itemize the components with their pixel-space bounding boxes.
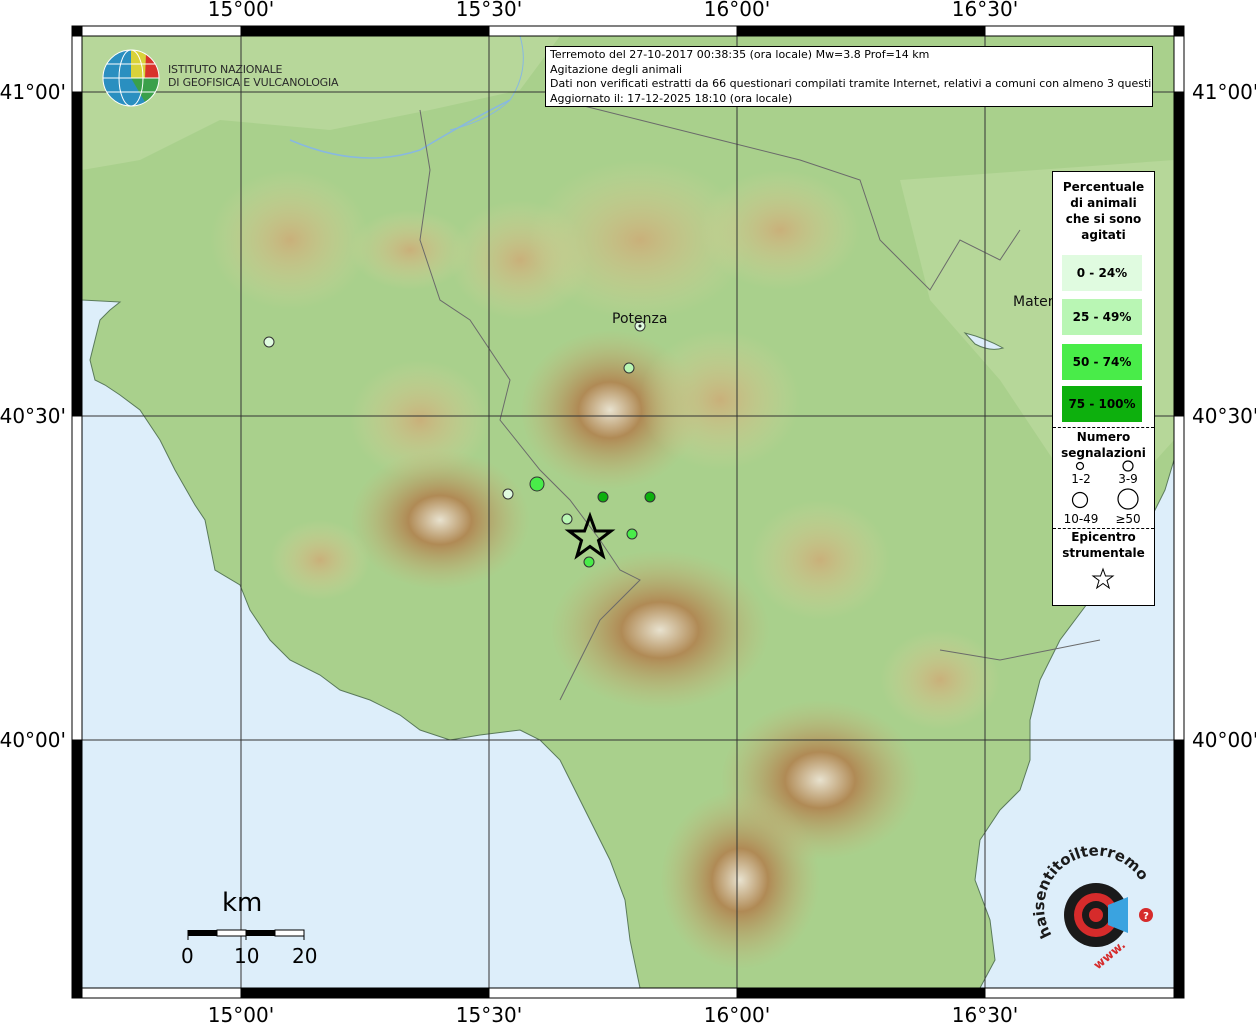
size-symbol-10-49 [1071,491,1089,509]
scale-label-10: 10 [234,944,260,968]
top-tick-label: 16°00' [704,0,770,21]
legend-class-3: 75 - 100% [1062,386,1142,422]
relief [210,170,370,310]
event-updated: Aggiornato il: 17-12-2025 18:10 (ora loc… [550,91,793,105]
marker-west[interactable] [502,488,514,500]
legend-title-line-4: agitati [1081,228,1126,242]
relief [640,330,800,470]
legend-class-2: 50 - 74% [1062,344,1142,380]
scale-unit: km [222,888,263,918]
relief [350,450,530,590]
size-label-50-plus: ≥50 [1115,512,1141,526]
legend-size-symbols [1071,460,1139,510]
bottom-tick-label: 15°00' [208,1003,274,1024]
marker-center-east[interactable] [626,528,638,540]
right-tick-label: 40°30' [1192,404,1256,428]
marker-east[interactable] [644,491,656,503]
right-tick-label: 41°00' [1192,80,1256,104]
top-tick-label: 16°30' [952,0,1018,21]
size-label-1-2: 1-2 [1071,472,1091,486]
top-tick-label: 15°30' [456,0,522,21]
marker-north-potenza[interactable] [623,362,635,374]
relief [750,500,890,620]
legend-star-icon [1091,567,1115,590]
size-symbol-3-9 [1122,460,1134,472]
marker-center[interactable] [597,491,609,503]
legend: Percentuale di animali che si sono agita… [1052,171,1155,606]
scale-label-0: 0 [181,944,194,968]
size-symbol-50-plus [1117,488,1139,510]
legend-epicenter-line-1: Epicentro [1071,530,1136,544]
legend-title-line-2: di animali [1070,196,1137,210]
event-info-box: Terremoto del 27-10-2017 00:38:35 (ora l… [545,46,1153,107]
event-subtitle: Agitazione degli animali [550,62,683,76]
relief [270,520,370,600]
legend-title-line-1: Percentuale [1062,180,1145,194]
ingv-globe-icon [102,49,160,107]
event-data-note: Dati non verificati estratti da 66 quest… [550,77,1153,90]
left-tick-label: 40°30' [0,404,66,428]
scale-label-20: 20 [292,944,318,968]
top-tick-label: 15°00' [208,0,274,21]
legend-class-1: 25 - 49% [1062,299,1142,335]
legend-divider [1053,427,1154,428]
event-title: Terremoto del 27-10-2017 00:38:35 (ora l… [550,48,930,61]
place-label-potenza: Potenza [612,311,668,327]
relief [660,790,820,970]
legend-title-line-3: che si sono [1065,212,1142,226]
bottom-tick-label: 16°30' [952,1003,1018,1024]
marker-south[interactable] [583,556,595,568]
legend-epicenter-line-2: strumentale [1062,546,1145,560]
size-label-3-9: 3-9 [1118,472,1138,486]
logo-line-2: DI GEOFISICA E VULCANOLOGIA [168,76,339,89]
svg-text:?: ? [1143,911,1149,922]
legend-count-title-line-1: Numero [1076,430,1131,444]
place-label-matera: Mater [1013,294,1054,310]
map-area [82,36,1174,988]
logo-line-1: ISTITUTO NAZIONALE [168,63,283,76]
right-tick-label: 40°00' [1192,728,1256,752]
bottom-tick-label: 16°00' [704,1003,770,1024]
relief [700,170,860,290]
size-symbol-1-2 [1075,461,1085,471]
marker-north-west[interactable] [263,336,275,348]
left-tick-label: 40°00' [0,728,66,752]
size-label-10-49: 10-49 [1063,512,1099,526]
ingv-logo-text: ISTITUTO NAZIONALE DI GEOFISICA E VULCAN… [168,63,339,89]
relief [880,630,1000,730]
bottom-tick-label: 15°30' [456,1003,522,1024]
marker-center-west[interactable] [561,513,573,525]
marker-west-2[interactable] [529,476,545,492]
left-tick-label: 41°00' [0,80,66,104]
legend-class-0: 0 - 24% [1062,255,1142,291]
